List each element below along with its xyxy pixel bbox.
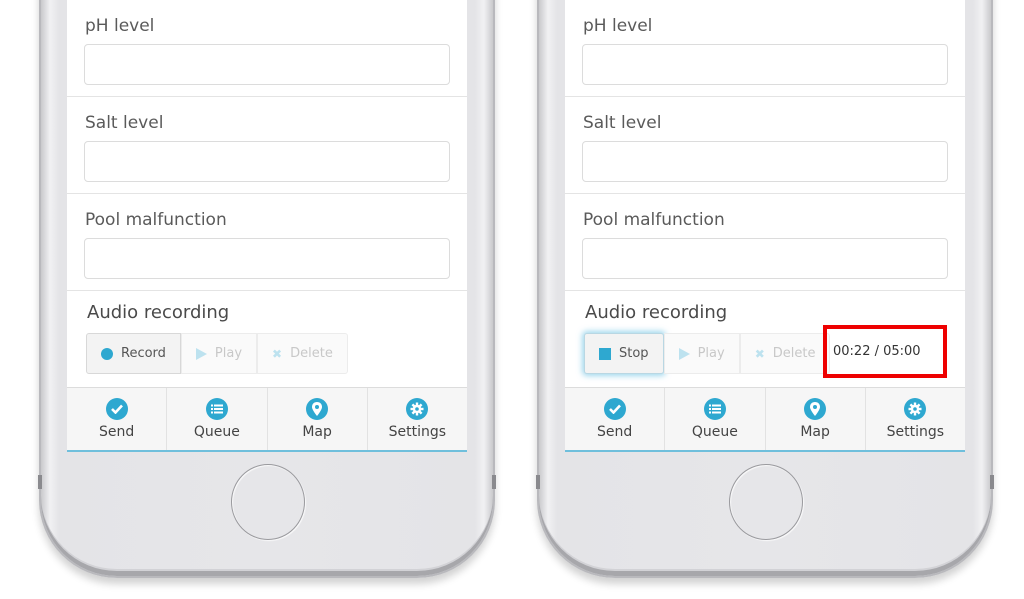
gear-icon (904, 398, 927, 420)
stop-icon (599, 347, 611, 360)
home-button[interactable] (231, 464, 305, 540)
map-marker-icon (804, 398, 827, 420)
play-label: Play (697, 346, 725, 361)
tab-bar: Send Queue Map Settings (67, 388, 467, 450)
field-salt-level: Salt level (67, 97, 467, 194)
delete-label: Delete (772, 346, 816, 361)
field-label: pH level (85, 16, 155, 36)
tab-label: Queue (193, 424, 240, 440)
tab-label: Queue (691, 424, 738, 440)
check-circle-icon (603, 398, 626, 420)
tab-settings[interactable]: Settings (368, 388, 467, 450)
home-button[interactable] (729, 464, 803, 540)
tab-queue[interactable]: Queue (167, 388, 268, 450)
play-button[interactable]: Play (180, 333, 258, 374)
tab-label: Send (596, 424, 633, 440)
ph-level-input[interactable] (582, 44, 948, 85)
field-ph-level: pH level (67, 0, 467, 97)
close-icon: ✖ (272, 346, 283, 361)
tab-settings[interactable]: Settings (866, 388, 965, 450)
field-label: Salt level (583, 113, 662, 133)
tab-label: Settings (388, 424, 447, 440)
tab-queue[interactable]: Queue (665, 388, 766, 450)
phone-right: pH level Salt level Pool malfunction Aud… (536, 0, 994, 578)
recording-timer: 00:22 / 05:00 (823, 325, 947, 378)
salt-level-input[interactable] (582, 141, 948, 182)
field-ph-level: pH level (565, 0, 965, 97)
tab-label: Send (98, 424, 135, 440)
audio-button-group: Record Play ✖ Delete (86, 333, 348, 374)
field-label: Pool malfunction (85, 210, 227, 230)
audio-button-group: Stop Play ✖ Delete (584, 333, 831, 374)
field-salt-level: Salt level (565, 97, 965, 194)
field-label: pH level (583, 16, 653, 36)
delete-button[interactable]: ✖ Delete (739, 333, 831, 374)
audio-recording-section: Audio recording Stop Play ✖ Delete 00:22… (565, 291, 965, 388)
field-pool-malfunction: Pool malfunction (67, 194, 467, 291)
stop-label: Stop (619, 346, 649, 361)
phone-left: pH level Salt level Pool malfunction Aud… (38, 0, 496, 578)
pool-malfunction-input[interactable] (582, 238, 948, 279)
tab-label: Map (302, 424, 332, 440)
side-button (492, 475, 496, 489)
audio-recording-title: Audio recording (87, 302, 230, 323)
check-circle-icon (105, 398, 128, 420)
record-button[interactable]: Record (86, 333, 181, 374)
play-icon (678, 347, 690, 360)
tab-label: Settings (886, 424, 945, 440)
phone-screen: pH level Salt level Pool malfunction Aud… (565, 0, 965, 452)
audio-recording-title: Audio recording (585, 302, 728, 323)
tab-send[interactable]: Send (565, 388, 666, 450)
tab-bar: Send Queue Map Settings (565, 388, 965, 450)
tab-map[interactable]: Map (268, 388, 368, 450)
field-label: Pool malfunction (583, 210, 725, 230)
salt-level-input[interactable] (84, 141, 450, 182)
side-button (536, 475, 540, 489)
close-icon: ✖ (754, 346, 765, 361)
field-label: Salt level (85, 113, 164, 133)
tab-map[interactable]: Map (766, 388, 866, 450)
list-circle-icon (703, 398, 726, 420)
tab-label: Map (800, 424, 830, 440)
audio-recording-section: Audio recording Record Play ✖ Delete (67, 291, 467, 388)
field-pool-malfunction: Pool malfunction (565, 194, 965, 291)
tab-send[interactable]: Send (67, 388, 168, 450)
play-label: Play (214, 346, 243, 361)
map-marker-icon (306, 398, 329, 420)
delete-button[interactable]: ✖ Delete (257, 333, 348, 374)
play-icon (195, 347, 207, 360)
ph-level-input[interactable] (84, 44, 450, 85)
side-button (38, 475, 42, 489)
stop-button[interactable]: Stop (584, 333, 664, 374)
record-label: Record (121, 346, 166, 361)
delete-label: Delete (290, 346, 333, 361)
play-button[interactable]: Play (663, 333, 740, 374)
list-circle-icon (205, 398, 228, 420)
pool-malfunction-input[interactable] (84, 238, 450, 279)
record-icon (101, 347, 113, 360)
phone-screen: pH level Salt level Pool malfunction Aud… (67, 0, 467, 452)
gear-icon (406, 398, 429, 420)
side-button (990, 475, 994, 489)
